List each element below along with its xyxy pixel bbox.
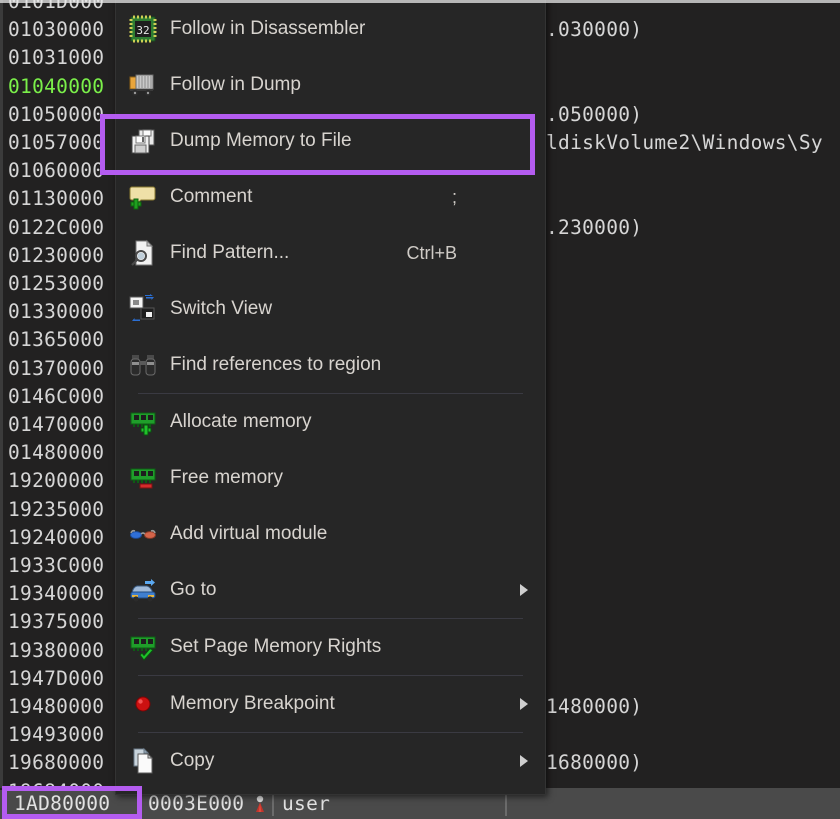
selected-row-address: 1AD80000 bbox=[14, 792, 111, 815]
menu-item-label: Free memory bbox=[170, 467, 283, 488]
submenu-arrow-icon bbox=[520, 584, 528, 596]
menu-item-memory-breakpoint[interactable]: Memory Breakpoint bbox=[116, 676, 545, 732]
menu-item-switch-view[interactable]: Switch View bbox=[116, 281, 545, 337]
svg-text:32: 32 bbox=[136, 24, 149, 37]
menu-item-add-virtual-module[interactable]: Add virtual module bbox=[116, 506, 545, 562]
binoculars-icon bbox=[116, 337, 170, 393]
column-divider bbox=[138, 792, 140, 816]
memory-row-detail: .030000) bbox=[546, 18, 643, 42]
pane-left-edge bbox=[0, 0, 3, 819]
submenu-arrow-icon bbox=[520, 755, 528, 767]
menu-item-label: Comment bbox=[170, 186, 253, 207]
column-divider bbox=[505, 792, 507, 816]
menu-item-shortcut: Ctrl+B bbox=[406, 242, 457, 263]
submenu-arrow-icon bbox=[520, 698, 528, 710]
memory-row-address: 01060000 bbox=[8, 159, 105, 183]
memory-row-address: 0122C000 bbox=[8, 215, 105, 239]
copy-pages-icon bbox=[116, 733, 170, 789]
memory-row-address: 01050000 bbox=[8, 102, 105, 126]
memory-row-address: 19340000 bbox=[8, 582, 105, 606]
menu-item-copy[interactable]: Copy bbox=[116, 733, 545, 789]
menu-item-dump-memory-to-file[interactable]: Dump Memory to File bbox=[116, 113, 545, 169]
page-magnifier-icon bbox=[116, 225, 170, 281]
comment-bubble-icon bbox=[116, 169, 170, 225]
menu-item-label: Dump Memory to File bbox=[170, 130, 352, 151]
memory-row-address: 19375000 bbox=[8, 610, 105, 634]
memory-row-detail: .230000) bbox=[546, 215, 643, 239]
memory-row-detail: 1680000) bbox=[546, 751, 643, 775]
memory-row-address: 19480000 bbox=[8, 695, 105, 718]
context-menu[interactable]: 32 Follow in Disassembler Follow in Dump Du… bbox=[115, 0, 546, 795]
ram-check-icon bbox=[116, 619, 170, 675]
menu-item-label: Follow in Disassembler bbox=[170, 18, 366, 39]
menu-item-label: Allocate memory bbox=[170, 411, 312, 432]
memory-row-address: 19380000 bbox=[8, 638, 105, 662]
memory-row-address: 01031000 bbox=[8, 46, 105, 70]
red-dot-icon bbox=[116, 676, 170, 732]
memory-row-address: 01330000 bbox=[8, 300, 105, 324]
menu-item-go-to[interactable]: Go to bbox=[116, 562, 545, 618]
menu-item-label: Follow in Dump bbox=[170, 74, 301, 95]
menu-item-label: Set Page Memory Rights bbox=[170, 636, 382, 657]
car-icon bbox=[116, 562, 170, 618]
memory-row-address: 19235000 bbox=[8, 497, 105, 521]
menu-item-shortcut: ; bbox=[451, 186, 457, 207]
menu-item-label: Switch View bbox=[170, 298, 273, 319]
memory-row-address: 01057000 bbox=[8, 131, 105, 154]
memory-row-detail: ldiskVolume2\Windows\Sy bbox=[546, 131, 823, 154]
menu-item-comment[interactable]: Comment; bbox=[116, 169, 545, 225]
ram-minus-icon bbox=[116, 450, 170, 506]
menu-item-find-references-to-region[interactable]: Find references to region bbox=[116, 337, 545, 393]
glasses-icon bbox=[116, 506, 170, 562]
memory-row-address: 01030000 bbox=[8, 18, 105, 42]
menu-item-allocate-memory[interactable]: Allocate memory bbox=[116, 394, 545, 450]
menu-item-follow-in-dump[interactable]: Follow in Dump bbox=[116, 57, 545, 113]
dump-truck-icon bbox=[116, 57, 170, 113]
memory-map-screen: 0101D000 01030000.030000) 01031000 01040000… bbox=[0, 0, 840, 819]
memory-row-address: 0146C000 bbox=[8, 384, 105, 408]
memory-row-address: 19493000 bbox=[8, 723, 105, 747]
switch-view-icon bbox=[116, 281, 170, 337]
menu-item-label: Find references to region bbox=[170, 354, 382, 375]
memory-row-address: 01130000 bbox=[8, 187, 105, 211]
memory-row-address: 19240000 bbox=[8, 525, 105, 549]
menu-item-label: Memory Breakpoint bbox=[170, 693, 335, 714]
user-icon bbox=[256, 795, 264, 812]
menu-item-label: Find Pattern... bbox=[170, 242, 290, 263]
memory-row-address: 01230000 bbox=[8, 243, 105, 267]
menu-item-follow-in-disassembler[interactable]: 32 Follow in Disassembler bbox=[116, 1, 545, 57]
memory-row-address: 01040000 bbox=[8, 74, 105, 98]
memory-row-address: 01480000 bbox=[8, 441, 105, 465]
menu-item-label: Add virtual module bbox=[170, 523, 328, 544]
memory-row-address: 01253000 bbox=[8, 272, 105, 295]
memory-row-address: 01470000 bbox=[8, 413, 105, 436]
top-clipped-row-sliver bbox=[0, 0, 840, 3]
context-menu-items[interactable]: 32 Follow in Disassembler Follow in Dump Du… bbox=[116, 1, 545, 789]
memory-row-detail: .050000) bbox=[546, 102, 643, 126]
menu-item-label: Go to bbox=[170, 579, 217, 600]
menu-item-label: Copy bbox=[170, 750, 215, 771]
memory-row-address: 01370000 bbox=[8, 356, 105, 380]
memory-row-address: 1947D000 bbox=[8, 666, 105, 690]
menu-item-find-pattern[interactable]: Find Pattern... Ctrl+B bbox=[116, 225, 545, 281]
chip-32-icon: 32 bbox=[116, 1, 170, 57]
memory-row-address: 19680000 bbox=[8, 751, 105, 775]
menu-item-set-page-memory-rights[interactable]: Set Page Memory Rights bbox=[116, 619, 545, 675]
memory-row-address: 19200000 bbox=[8, 469, 105, 493]
menu-item-free-memory[interactable]: Free memory bbox=[116, 450, 545, 506]
memory-row-address: 01365000 bbox=[8, 328, 105, 352]
ram-plus-icon bbox=[116, 394, 170, 450]
memory-row-address: 1933C000 bbox=[8, 554, 105, 577]
floppy-disks-icon bbox=[116, 113, 170, 169]
column-divider bbox=[272, 792, 274, 816]
memory-row-detail: 1480000) bbox=[546, 695, 643, 718]
